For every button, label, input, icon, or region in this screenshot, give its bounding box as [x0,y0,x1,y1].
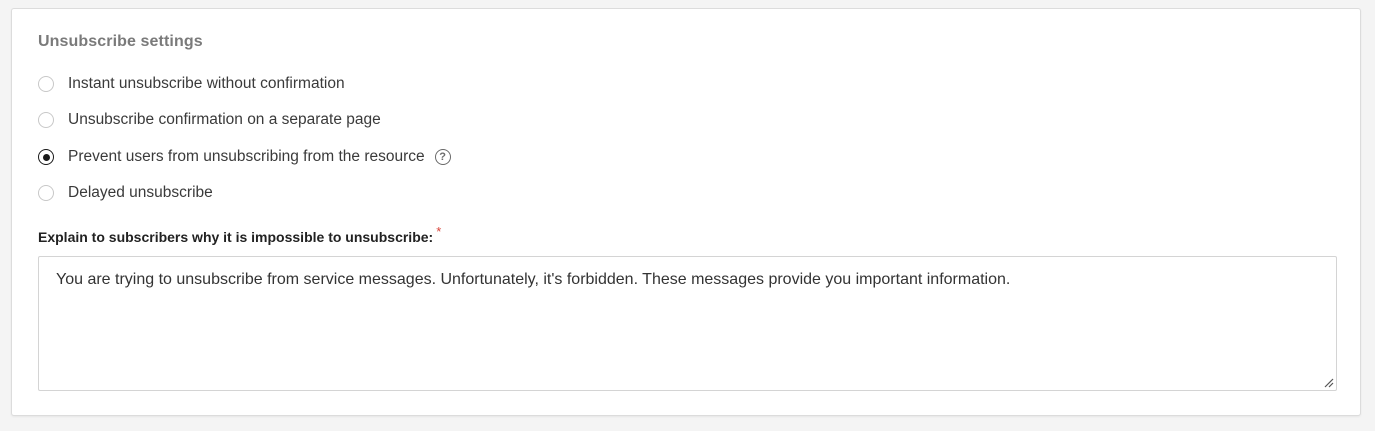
explanation-label-text: Explain to subscribers why it is impossi… [38,229,434,245]
unsubscribe-settings-card: Unsubscribe settings Instant unsubscribe… [11,8,1361,416]
question-circle-icon[interactable]: ? [434,149,451,165]
option-instant-unsubscribe[interactable]: Instant unsubscribe without confirmation [38,74,345,94]
option-label: Instant unsubscribe without confirmation [68,75,345,92]
resize-handle-icon[interactable] [1322,376,1334,388]
option-label: Delayed unsubscribe [68,184,213,201]
radio-button[interactable] [38,185,54,201]
option-prevent-unsubscribe[interactable]: Prevent users from unsubscribing from th… [38,147,451,167]
explanation-textarea[interactable]: You are trying to unsubscribe from servi… [38,256,1337,391]
section-title: Unsubscribe settings [38,33,203,50]
explanation-text: You are trying to unsubscribe from servi… [56,271,1011,288]
explanation-label: Explain to subscribers why it is impossi… [38,224,441,245]
radio-button[interactable] [38,112,54,128]
option-label: Prevent users from unsubscribing from th… [68,148,425,165]
option-delayed-unsubscribe[interactable]: Delayed unsubscribe [38,183,213,203]
radio-button-selected[interactable] [38,149,54,165]
radio-button[interactable] [38,76,54,92]
required-indicator: * [436,224,442,239]
option-label: Unsubscribe confirmation on a separate p… [68,111,381,128]
option-confirmation-page[interactable]: Unsubscribe confirmation on a separate p… [38,110,381,130]
